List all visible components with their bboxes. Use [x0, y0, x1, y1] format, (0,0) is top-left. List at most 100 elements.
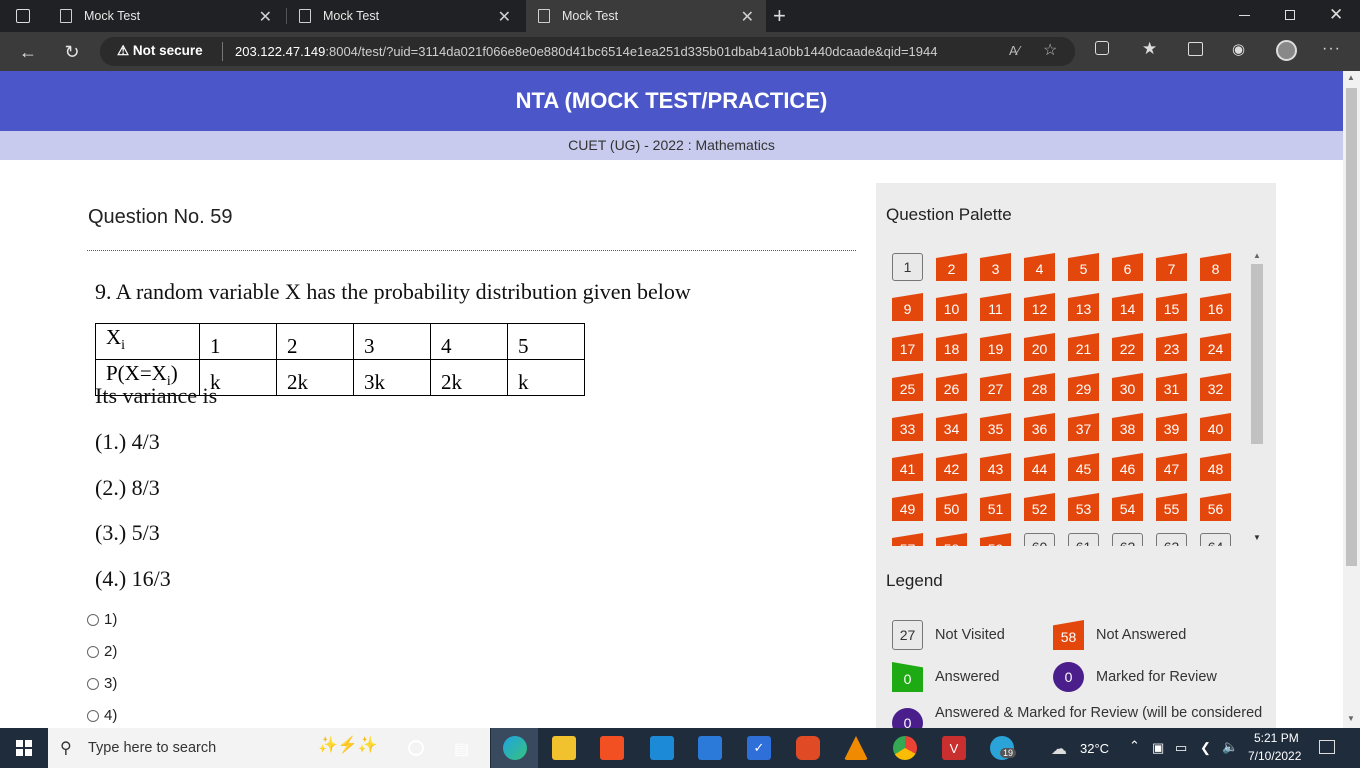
restore-icon[interactable] [1285, 10, 1295, 20]
new-tab-icon[interactable]: + [773, 3, 786, 29]
app-icon[interactable] [698, 736, 722, 760]
palette-question-52[interactable]: 52 [1024, 493, 1055, 521]
radio-button[interactable] [87, 613, 99, 626]
add-favorite-icon[interactable]: ☆ [1043, 40, 1057, 60]
page-scrollbar-thumb[interactable] [1346, 88, 1357, 566]
palette-question-28[interactable]: 28 [1024, 373, 1055, 401]
radio-button[interactable] [87, 709, 99, 722]
show-hidden-icons[interactable]: ⌃ [1129, 738, 1140, 754]
answer-radio-3[interactable]: 3) [87, 675, 117, 692]
close-tab-icon[interactable]: ✕ [259, 7, 272, 27]
palette-question-22[interactable]: 22 [1112, 333, 1143, 361]
palette-question-60[interactable]: 60 [1024, 533, 1055, 546]
palette-question-49[interactable]: 49 [892, 493, 923, 521]
wifi-icon[interactable]: ❮ [1200, 740, 1211, 756]
back-icon[interactable]: ← [14, 38, 42, 66]
answer-radio-4[interactable]: 4) [87, 707, 117, 724]
palette-question-7[interactable]: 7 [1156, 253, 1187, 281]
palette-question-26[interactable]: 26 [936, 373, 967, 401]
brave-icon[interactable] [796, 736, 820, 760]
browser-tab-1[interactable]: Mock Test ✕ [48, 0, 284, 32]
scroll-up-icon[interactable]: ▲ [1347, 73, 1355, 82]
palette-question-29[interactable]: 29 [1068, 373, 1099, 401]
palette-question-14[interactable]: 14 [1112, 293, 1143, 321]
palette-question-40[interactable]: 40 [1200, 413, 1231, 441]
answer-radio-1[interactable]: 1) [87, 611, 117, 628]
palette-question-44[interactable]: 44 [1024, 453, 1055, 481]
palette-question-54[interactable]: 54 [1112, 493, 1143, 521]
windows-start-icon[interactable] [16, 740, 32, 756]
palette-question-20[interactable]: 20 [1024, 333, 1055, 361]
notifications-icon[interactable] [1319, 740, 1335, 754]
palette-question-18[interactable]: 18 [936, 333, 967, 361]
palette-scroll-up-icon[interactable]: ▲ [1253, 251, 1261, 260]
palette-question-57[interactable]: 57 [892, 533, 923, 546]
palette-question-64[interactable]: 64 [1200, 533, 1231, 546]
palette-question-19[interactable]: 19 [980, 333, 1011, 361]
temperature-text[interactable]: 32°C [1080, 741, 1109, 756]
palette-question-47[interactable]: 47 [1156, 453, 1187, 481]
palette-question-10[interactable]: 10 [936, 293, 967, 321]
chrome-icon[interactable] [893, 736, 917, 760]
not-secure-indicator[interactable]: ⚠ Not secure [117, 43, 203, 59]
palette-question-2[interactable]: 2 [936, 253, 967, 281]
close-window-icon[interactable]: ✕ [1329, 5, 1343, 25]
close-tab-icon[interactable]: ✕ [741, 7, 754, 27]
palette-question-58[interactable]: 58 [936, 533, 967, 546]
palette-question-12[interactable]: 12 [1024, 293, 1055, 321]
palette-question-33[interactable]: 33 [892, 413, 923, 441]
palette-question-37[interactable]: 37 [1068, 413, 1099, 441]
palette-question-25[interactable]: 25 [892, 373, 923, 401]
palette-question-41[interactable]: 41 [892, 453, 923, 481]
extensions-icon[interactable] [1095, 41, 1109, 55]
browser-tab-2[interactable]: Mock Test ✕ [287, 0, 523, 32]
palette-question-63[interactable]: 63 [1156, 533, 1187, 546]
palette-grid[interactable]: 1 2 3 4 5 6 7 8 9 10 11 12 13 14 15 16 17 18 19 20 21 22 23 24 2… [886, 250, 1246, 546]
favorites-icon[interactable]: ★ [1142, 39, 1157, 59]
tray-device-icon[interactable]: ▣ [1152, 740, 1164, 756]
tray-battery-icon[interactable]: ▭ [1175, 740, 1187, 756]
palette-question-24[interactable]: 24 [1200, 333, 1231, 361]
file-explorer-icon[interactable] [552, 736, 576, 760]
palette-question-15[interactable]: 15 [1156, 293, 1187, 321]
browser-tab-3-active[interactable]: Mock Test ✕ [526, 0, 766, 32]
palette-scrollbar-thumb[interactable] [1251, 264, 1263, 444]
palette-question-59[interactable]: 59 [980, 533, 1011, 546]
palette-question-43[interactable]: 43 [980, 453, 1011, 481]
close-tab-icon[interactable]: ✕ [498, 7, 511, 27]
palette-question-4[interactable]: 4 [1024, 253, 1055, 281]
weather-icon[interactable]: ☁ [1051, 739, 1067, 759]
mail-icon[interactable] [650, 736, 674, 760]
palette-question-17[interactable]: 17 [892, 333, 923, 361]
palette-question-61[interactable]: 61 [1068, 533, 1099, 546]
palette-question-3[interactable]: 3 [980, 253, 1011, 281]
palette-question-53[interactable]: 53 [1068, 493, 1099, 521]
palette-question-42[interactable]: 42 [936, 453, 967, 481]
app-v-icon[interactable]: V [942, 736, 966, 760]
palette-question-50[interactable]: 50 [936, 493, 967, 521]
todo-icon[interactable]: ✓ [747, 736, 771, 760]
palette-question-34[interactable]: 34 [936, 413, 967, 441]
palette-question-1[interactable]: 1 [892, 253, 923, 281]
palette-question-39[interactable]: 39 [1156, 413, 1187, 441]
collections-icon[interactable] [1188, 42, 1203, 56]
read-aloud-icon[interactable]: A⁄ [1009, 43, 1020, 58]
palette-question-11[interactable]: 11 [980, 293, 1011, 321]
edge-browser-icon[interactable] [503, 736, 527, 760]
palette-question-5[interactable]: 5 [1068, 253, 1099, 281]
minimize-icon[interactable] [1239, 15, 1250, 16]
palette-question-21[interactable]: 21 [1068, 333, 1099, 361]
more-menu-icon[interactable]: ··· [1322, 40, 1341, 58]
palette-question-13[interactable]: 13 [1068, 293, 1099, 321]
profile-avatar[interactable] [1276, 40, 1297, 61]
refresh-icon[interactable]: ↻ [58, 38, 86, 66]
palette-question-55[interactable]: 55 [1156, 493, 1187, 521]
palette-question-38[interactable]: 38 [1112, 413, 1143, 441]
palette-question-45[interactable]: 45 [1068, 453, 1099, 481]
clock-time[interactable]: 5:21 PM [1254, 731, 1299, 745]
palette-question-16[interactable]: 16 [1200, 293, 1231, 321]
browser-essentials-icon[interactable]: ◉ [1232, 40, 1245, 58]
scroll-down-icon[interactable]: ▼ [1347, 714, 1355, 723]
search-highlight-icon[interactable]: ✨⚡✨ [318, 735, 388, 761]
palette-question-30[interactable]: 30 [1112, 373, 1143, 401]
